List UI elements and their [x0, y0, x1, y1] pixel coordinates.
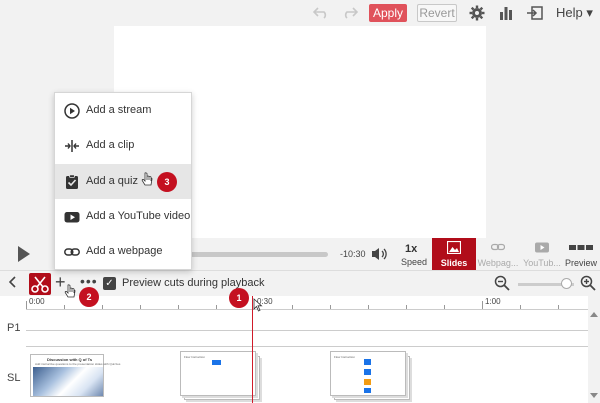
ruler-tick — [178, 305, 179, 309]
link-icon — [490, 241, 506, 254]
menu-item-add-stream[interactable]: Add a stream — [55, 93, 191, 128]
slide-thumbnail[interactable]: Discussion with Q of Ts Add instructive … — [30, 354, 120, 397]
slide-title: Flow Instruction — [184, 355, 206, 359]
ruler-tick — [482, 301, 483, 309]
slides-button[interactable]: Slides — [432, 238, 476, 270]
slides-label: Slides — [440, 258, 468, 268]
ruler-label: 0:00 — [29, 297, 45, 306]
arrow-cursor-icon — [253, 298, 265, 314]
track-line — [26, 330, 588, 331]
slide-thumbnail[interactable]: Flow Instruction — [330, 351, 406, 396]
zoom-in-icon[interactable] — [580, 275, 596, 291]
preview-cuts-checkbox[interactable]: ✓ — [103, 277, 116, 290]
timeline-ruler[interactable]: 0:00 0:30 1:00 — [26, 296, 588, 310]
progress-bar[interactable] — [190, 252, 328, 257]
slide-image — [33, 367, 103, 396]
preview-button[interactable]: Preview — [562, 238, 600, 270]
diagram-box — [364, 369, 371, 375]
exit-icon[interactable] — [525, 3, 545, 23]
menu-item-label: Add a stream — [86, 104, 152, 116]
scissors-icon[interactable] — [29, 273, 51, 295]
ruler-tick — [102, 305, 103, 309]
track-divider — [26, 346, 588, 347]
menu-item-add-youtube-video[interactable]: Add a YouTube video — [55, 199, 191, 234]
preview-label: Preview — [564, 258, 597, 268]
ruler-tick — [26, 301, 27, 309]
link-icon — [64, 244, 80, 260]
ruler-tick — [140, 305, 141, 309]
track-label: SL — [7, 372, 21, 384]
diagram-box — [212, 360, 221, 365]
slide-title: Flow Instruction — [334, 355, 356, 359]
webpage-label: Webpag... — [477, 258, 519, 268]
clip-icon — [64, 138, 80, 154]
ruler-tick — [368, 305, 369, 309]
timeline-scrollbar[interactable] — [588, 296, 600, 403]
preview-cuts-label: Preview cuts during playback — [122, 277, 265, 289]
ruler-tick — [330, 305, 331, 309]
revert-button[interactable]: Revert — [417, 4, 457, 22]
redo-icon[interactable] — [340, 3, 360, 23]
preview-icon — [569, 241, 593, 254]
hand-cursor-icon — [141, 172, 153, 188]
speed-value[interactable]: 1x — [405, 243, 417, 255]
ruler-label: 1:00 — [485, 297, 501, 306]
diagram-box — [364, 359, 371, 365]
gear-icon[interactable] — [467, 3, 487, 23]
bar-chart-icon[interactable] — [496, 3, 516, 23]
top-toolbar: Apply Revert Help ▾ — [0, 0, 600, 26]
ruler-tick — [520, 305, 521, 309]
undo-icon[interactable] — [311, 3, 331, 23]
menu-item-add-clip[interactable]: Add a clip — [55, 128, 191, 163]
quiz-icon — [64, 174, 80, 190]
ruler-tick — [558, 305, 559, 309]
step-badge-1: 1 — [229, 288, 249, 308]
zoom-slider-handle[interactable] — [561, 278, 572, 289]
step-badge-2: 2 — [79, 287, 99, 307]
step-badge-3: 3 — [157, 172, 177, 192]
chevron-left-icon[interactable] — [8, 275, 17, 291]
slide-thumbnail[interactable]: Flow Instruction — [180, 351, 256, 396]
ruler-tick — [406, 305, 407, 309]
youtube-icon — [64, 209, 80, 225]
ruler-tick — [292, 305, 293, 309]
youtube-button[interactable]: YouTub... — [520, 238, 564, 270]
ruler-tick — [444, 305, 445, 309]
duration-label: -10:30 — [340, 249, 366, 259]
image-icon — [446, 240, 462, 255]
speed-label: Speed — [401, 257, 428, 267]
webpage-button[interactable]: Webpag... — [476, 238, 520, 270]
hand-cursor-icon — [64, 284, 76, 300]
scroll-up-icon[interactable] — [590, 312, 598, 317]
play-circle-icon — [64, 103, 80, 119]
menu-item-label: Add a YouTube video — [86, 210, 191, 222]
play-icon[interactable] — [18, 246, 30, 262]
diagram-box — [364, 388, 371, 393]
zoom-out-icon[interactable] — [494, 275, 510, 291]
slide-subtitle: Add instructive questions to the present… — [35, 362, 121, 366]
apply-button[interactable]: Apply — [369, 4, 407, 22]
track-label: P1 — [7, 322, 21, 334]
help-menu[interactable]: Help ▾ — [556, 5, 593, 21]
volume-icon[interactable] — [371, 247, 389, 261]
menu-item-add-webpage[interactable]: Add a webpage — [55, 234, 191, 269]
youtube-icon — [535, 241, 549, 254]
menu-item-label: Add a clip — [86, 139, 135, 151]
ruler-tick — [216, 305, 217, 309]
menu-item-label: Add a webpage — [86, 245, 163, 257]
menu-item-label: Add a quiz — [86, 175, 138, 187]
ruler-tick — [64, 305, 65, 309]
diagram-box — [364, 379, 371, 385]
scroll-down-icon[interactable] — [590, 393, 598, 398]
youtube-label: YouTub... — [523, 258, 561, 268]
